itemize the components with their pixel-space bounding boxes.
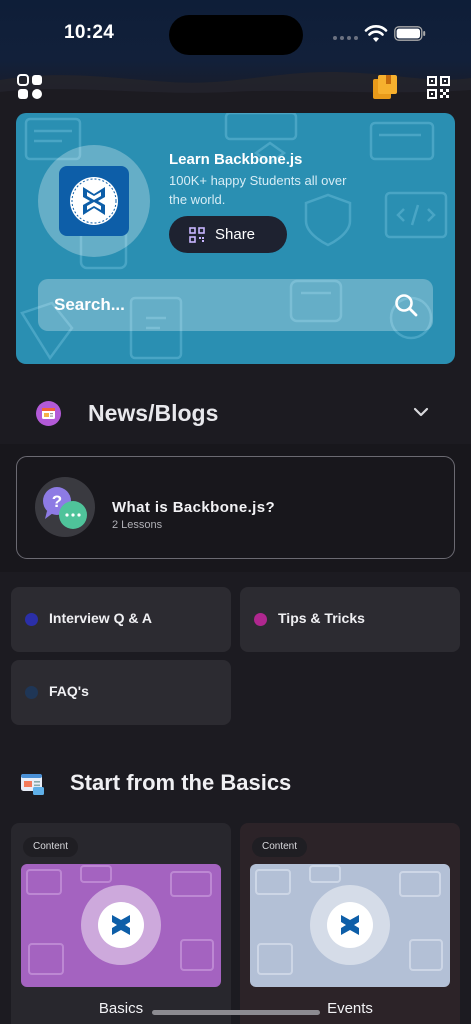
faqs-tile[interactable]: FAQ's — [11, 660, 231, 725]
tile-dot — [25, 686, 38, 699]
content-badge: Content — [252, 837, 308, 857]
backbone-logo-icon — [70, 177, 118, 225]
hero-subtitle: 100K+ happy Students all over the world. — [169, 173, 347, 207]
interview-qa-tile[interactable]: Interview Q & A — [11, 587, 231, 652]
lesson-card[interactable]: ? What is Backbone.js? 2 Lessons — [16, 456, 455, 559]
newspaper-icon — [36, 401, 61, 426]
course-card-basics[interactable]: Content Basics — [11, 823, 231, 1024]
header-wave — [0, 72, 471, 110]
course-thumbnail — [21, 864, 221, 987]
course-thumbnail — [250, 864, 450, 987]
basics-icon — [21, 774, 44, 795]
search-placeholder: Search... — [54, 295, 125, 314]
tile-dot — [25, 613, 38, 626]
cellular-signal-icon — [333, 36, 358, 40]
tile-label: Interview Q & A — [49, 610, 152, 626]
faq-chat-icon: ? — [35, 477, 95, 537]
svg-text:?: ? — [52, 492, 62, 511]
news-panel: ? What is Backbone.js? 2 Lessons — [0, 444, 471, 572]
battery-icon — [394, 26, 426, 41]
qr-share-icon — [189, 226, 205, 243]
status-time: 10:24 — [64, 22, 115, 43]
lesson-subtitle: 2 Lessons — [112, 519, 163, 531]
qr-code-icon[interactable] — [427, 76, 450, 99]
search-input[interactable]: Search... — [38, 279, 433, 331]
search-icon[interactable] — [394, 293, 418, 317]
backbone-logo-icon — [327, 902, 373, 948]
hero-title: Learn Backbone.js — [169, 151, 303, 168]
grid-icon[interactable] — [17, 74, 43, 100]
home-indicator[interactable] — [152, 1010, 320, 1015]
backbone-logo-icon — [98, 902, 144, 948]
wifi-icon — [364, 25, 388, 42]
status-bar: 10:24 — [0, 0, 471, 60]
chevron-down-icon[interactable] — [413, 407, 429, 417]
tile-label: Tips & Tricks — [278, 610, 365, 626]
tile-label: FAQ's — [49, 683, 89, 699]
tips-tricks-tile[interactable]: Tips & Tricks — [240, 587, 460, 652]
content-badge: Content — [23, 837, 79, 857]
basics-title: Start from the Basics — [70, 770, 292, 795]
hero-card: Learn Backbone.js 100K+ happy Students a… — [16, 113, 455, 364]
lesson-title: What is Backbone.js? — [112, 499, 276, 516]
dynamic-island — [169, 15, 303, 55]
backbone-logo — [59, 166, 129, 236]
share-label: Share — [215, 226, 256, 243]
course-card-events[interactable]: Content Events — [240, 823, 460, 1024]
news-blogs-header[interactable]: News/Blogs — [0, 380, 471, 444]
book-icon[interactable] — [372, 74, 398, 100]
tile-dot — [254, 613, 267, 626]
news-blogs-label: News/Blogs — [88, 400, 219, 426]
share-button[interactable]: Share — [169, 216, 287, 253]
